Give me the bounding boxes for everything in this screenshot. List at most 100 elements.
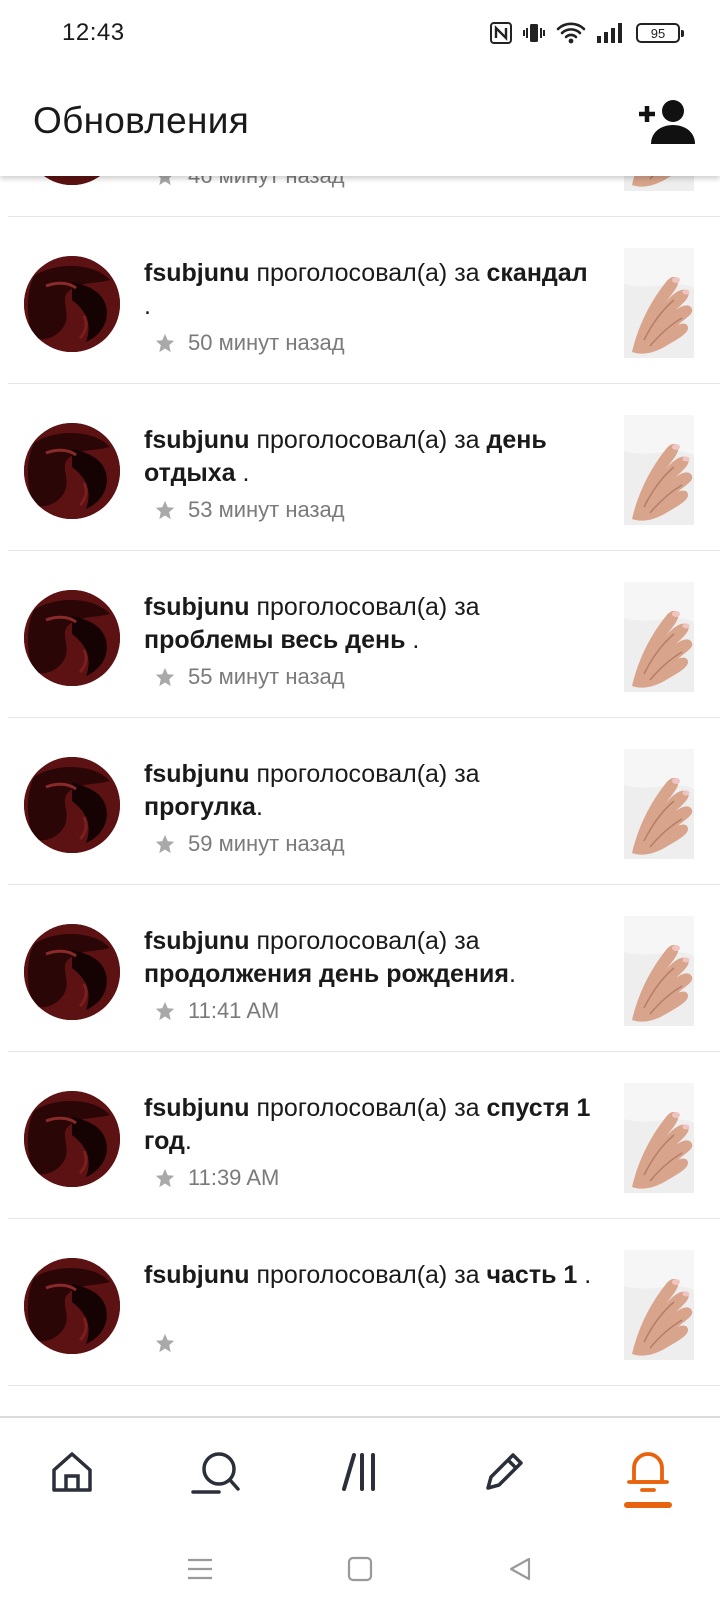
avatar-image	[24, 1258, 120, 1354]
feed-item-target[interactable]: продолжения день рождения	[144, 960, 509, 988]
feed-item-suffix: .	[184, 1127, 192, 1155]
battery-icon: 95	[636, 23, 684, 43]
status-bar: 12:43 95	[0, 0, 720, 66]
feed-item[interactable]: новый член семьи . 46 минут назад	[8, 176, 720, 217]
avatar[interactable]	[24, 1258, 120, 1354]
feed-item[interactable]: fsubjunu проголосовал(а) за прогулка. 59…	[8, 718, 720, 885]
avatar[interactable]	[24, 176, 120, 185]
avatar-image	[24, 757, 120, 853]
feed-item-time: 11:39 AM	[188, 1165, 280, 1190]
feed-item[interactable]: fsubjunu проголосовал(а) за спустя 1 год…	[8, 1052, 720, 1219]
feed-item-thumbnail[interactable]	[624, 415, 694, 525]
vibrate-icon	[522, 21, 546, 45]
thumbnail-image	[624, 749, 694, 859]
nav-write-button[interactable]	[454, 1422, 554, 1522]
thumbnail-image	[624, 916, 694, 1026]
home-square-icon	[347, 1556, 373, 1582]
avatar-image	[24, 1091, 120, 1187]
feed-item[interactable]: fsubjunu проголосовал(а) за проблемы вес…	[8, 551, 720, 718]
search-icon	[191, 1452, 240, 1494]
add-user-button[interactable]	[636, 91, 696, 151]
feed-item-suffix: .	[405, 626, 420, 654]
feed-item-text: fsubjunu проголосовал(а) за продолжения …	[144, 925, 599, 991]
back-icon	[509, 1557, 531, 1581]
feed-item-action: проголосовал(а) за	[249, 760, 480, 788]
system-home-button[interactable]	[330, 1539, 390, 1599]
avatar[interactable]	[24, 924, 120, 1020]
feed-item-thumbnail[interactable]	[624, 1250, 694, 1360]
feed-item-username[interactable]: fsubjunu	[144, 927, 250, 955]
feed-item-suffix: .	[235, 459, 250, 487]
system-back-button[interactable]	[490, 1539, 550, 1599]
avatar[interactable]	[24, 590, 120, 686]
feed-item[interactable]: fsubjunu проголосовал(а) за скандал . 50…	[8, 217, 720, 384]
nav-search-button[interactable]	[166, 1422, 266, 1522]
feed-item-text: fsubjunu проголосовал(а) за часть 1 .	[144, 1259, 599, 1292]
feed-item-target[interactable]: прогулка	[144, 793, 256, 821]
star-icon	[155, 1168, 175, 1188]
feed-item-username[interactable]: fsubjunu	[144, 1094, 250, 1122]
feed-item-suffix: .	[577, 1261, 592, 1289]
feed-item-username[interactable]: fsubjunu	[144, 259, 250, 287]
feed-item-username[interactable]: fsubjunu	[144, 1261, 250, 1289]
feed-item-target[interactable]: проблемы весь день	[144, 626, 405, 654]
feed-item[interactable]: fsubjunu проголосовал(а) за день отдыха …	[8, 384, 720, 551]
feed-item-target[interactable]: скандал	[487, 259, 588, 287]
feed-item-thumbnail[interactable]	[624, 582, 694, 692]
avatar[interactable]	[24, 1091, 120, 1187]
feed-item-action: проголосовал(а) за	[249, 259, 487, 287]
battery-level: 95	[650, 25, 666, 41]
feed-item-time-row: 11:39 AM	[154, 1165, 279, 1191]
feed-item-thumbnail[interactable]	[624, 749, 694, 859]
feed-item-action: проголосовал(а) за	[249, 1094, 487, 1122]
wifi-icon	[556, 21, 586, 45]
avatar-image	[24, 590, 120, 686]
page-title: Обновления	[33, 100, 250, 141]
feed-viewport[interactable]: новый член семьи . 46 минут назад fsubju…	[0, 176, 720, 1416]
star-icon	[158, 176, 172, 186]
feed-item-thumbnail[interactable]	[624, 916, 694, 1026]
star-icon	[155, 1333, 175, 1353]
feed-item-username[interactable]: fsubjunu	[144, 760, 250, 788]
feed-item-action: проголосовал(а) за	[249, 426, 487, 454]
avatar[interactable]	[24, 423, 120, 519]
thumbnail-image	[624, 248, 694, 358]
feed-item-thumbnail[interactable]	[624, 248, 694, 358]
star-icon	[155, 834, 175, 854]
system-menu-button[interactable]	[170, 1539, 230, 1599]
avatar-image	[24, 256, 120, 352]
star-icon	[155, 1001, 175, 1021]
feed-item-thumbnail[interactable]	[624, 176, 694, 191]
feed-item-time: 59 минут назад	[188, 831, 345, 856]
status-time: 12:43	[62, 19, 125, 46]
library-icon	[342, 1453, 375, 1491]
avatar[interactable]	[24, 256, 120, 352]
feed-item-time-row: 50 минут назад	[154, 330, 345, 356]
feed-item-time: 50 минут назад	[188, 330, 345, 355]
feed-item-action: проголосовал(а) за	[249, 593, 480, 621]
add-user-icon	[639, 100, 695, 144]
nav-library-button[interactable]	[310, 1422, 410, 1522]
feed-item-time: 46 минут назад	[188, 176, 345, 189]
feed-item[interactable]: fsubjunu проголосовал(а) за часть 1 .	[8, 1219, 720, 1386]
feed-item-target[interactable]: часть 1	[487, 1261, 578, 1289]
feed-item-suffix: .	[144, 292, 151, 320]
feed-item-action: проголосовал(а) за	[249, 927, 480, 955]
menu-icon	[188, 1558, 212, 1580]
feed-list: новый член семьи . 46 минут назад fsubju…	[0, 176, 720, 1386]
write-icon	[486, 1453, 523, 1490]
feed-item-text: fsubjunu проголосовал(а) за прогулка.	[144, 758, 599, 824]
nav-home-button[interactable]	[22, 1422, 122, 1522]
feed-item[interactable]: fsubjunu проголосовал(а) за продолжения …	[8, 885, 720, 1052]
home-icon	[52, 1452, 92, 1492]
feed-item-username[interactable]: fsubjunu	[144, 593, 250, 621]
thumbnail-image	[624, 176, 694, 191]
feed-item-username[interactable]: fsubjunu	[144, 426, 250, 454]
feed-item-text: fsubjunu проголосовал(а) за проблемы вес…	[144, 591, 599, 657]
thumbnail-image	[624, 1083, 694, 1193]
app-screen: 12:43 95 Обновления fsubjunu проголосова…	[0, 0, 720, 1612]
nav-notifications-button[interactable]	[598, 1422, 698, 1522]
feed-item-thumbnail[interactable]	[624, 1083, 694, 1193]
avatar[interactable]	[24, 757, 120, 853]
star-icon	[155, 333, 175, 353]
